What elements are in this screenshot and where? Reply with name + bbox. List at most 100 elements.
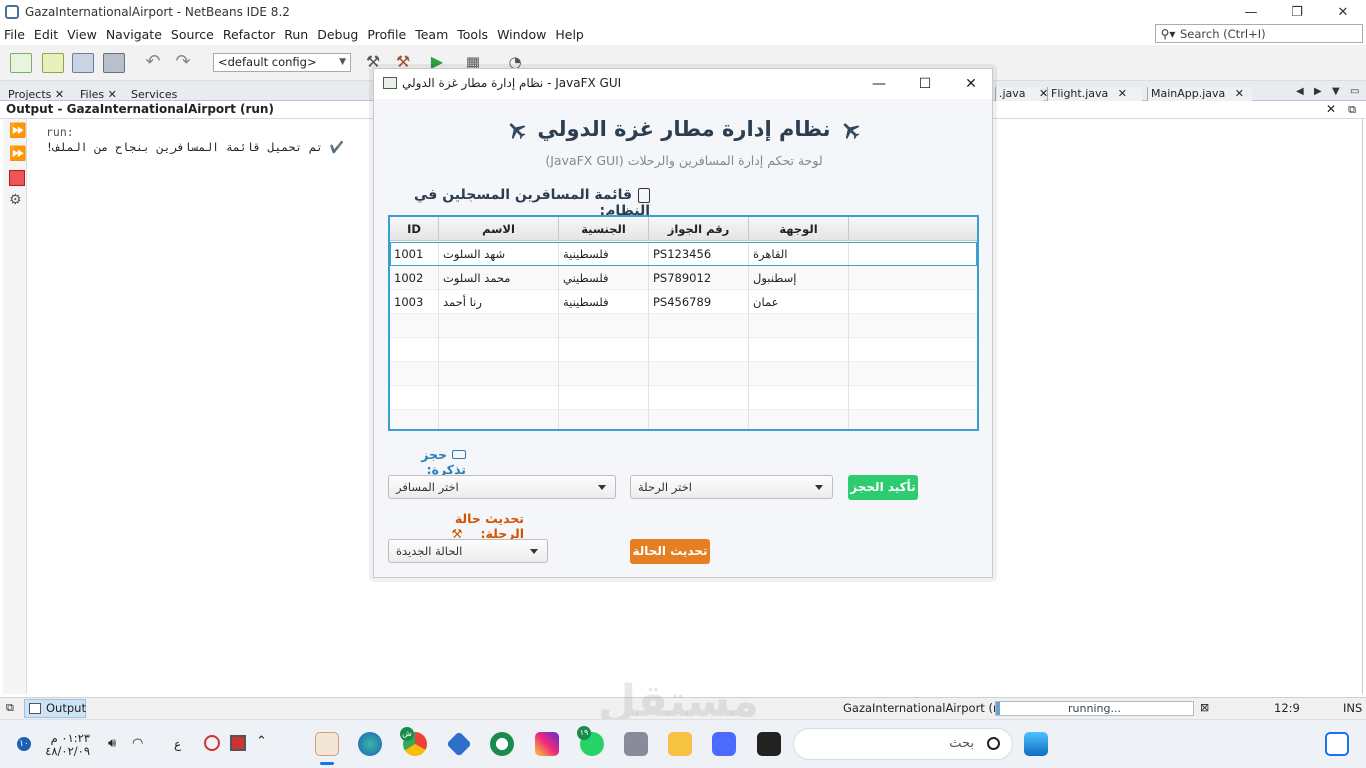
- language-indicator[interactable]: ع: [174, 737, 181, 751]
- folder-icon[interactable]: [668, 732, 692, 756]
- show-desktop-icon[interactable]: [1325, 732, 1349, 756]
- col-passport[interactable]: رقم الجواز: [649, 217, 749, 241]
- terminal-icon[interactable]: [757, 732, 781, 756]
- chevron-down-icon: [598, 485, 606, 490]
- edge-icon[interactable]: [358, 732, 382, 756]
- tab-scroll-left-icon[interactable]: ◀: [1296, 86, 1304, 97]
- menu-help[interactable]: Help: [551, 27, 589, 42]
- tab-list-icon[interactable]: ▼: [1332, 86, 1340, 97]
- menu-window[interactable]: Window: [493, 27, 551, 42]
- table-row[interactable]: 1003 رنا أحمد فلسطينية PS456789 عمان: [390, 290, 977, 314]
- col-id[interactable]: ID: [390, 217, 439, 241]
- system-clock[interactable]: ٠١:٢٣ م ٤٨/٠٢/٠٩: [38, 732, 90, 758]
- chevron-down-icon: [815, 485, 823, 490]
- config-select[interactable]: <default config> ▼: [213, 53, 351, 72]
- chrome-badge: ش: [400, 727, 414, 741]
- panel-icon[interactable]: ⧉: [6, 701, 14, 715]
- taskbar-search[interactable]: بحث: [793, 728, 1013, 760]
- menu-file[interactable]: File: [0, 27, 30, 42]
- new-project-icon[interactable]: [42, 53, 64, 73]
- search-icon: [987, 737, 1000, 750]
- tab-mainapp-java[interactable]: MainApp.java ✕: [1147, 87, 1252, 101]
- meet-icon[interactable]: [712, 732, 736, 756]
- rerun-different-icon[interactable]: ⏩: [9, 146, 26, 162]
- empty-row: [390, 338, 977, 362]
- virtualbox-icon[interactable]: [446, 731, 472, 757]
- tab-services[interactable]: Services: [131, 88, 179, 102]
- menu-view[interactable]: View: [63, 27, 102, 42]
- redo-icon[interactable]: ↷: [172, 53, 194, 73]
- col-nationality[interactable]: الجنسية: [559, 217, 649, 241]
- menu-navigate[interactable]: Navigate: [102, 27, 167, 42]
- output-window-icon: [29, 703, 41, 714]
- status-select[interactable]: الحالة الجديدة: [388, 539, 548, 563]
- tab-flight-java[interactable]: Flight.java ✕: [1047, 87, 1142, 101]
- flight-select[interactable]: اختر الرحلة: [630, 475, 833, 499]
- wifi-icon[interactable]: ◠: [132, 736, 143, 751]
- tab-scroll-right-icon[interactable]: ▶: [1314, 86, 1322, 97]
- output-tab-button[interactable]: Output: [24, 699, 86, 718]
- recorder-icon[interactable]: [230, 735, 246, 751]
- screen-record-icon[interactable]: [204, 735, 220, 751]
- menu-profile[interactable]: Profile: [363, 27, 411, 42]
- update-status-button[interactable]: تحديث الحالة: [630, 539, 710, 564]
- undo-icon[interactable]: ↶: [142, 53, 164, 73]
- menu-team[interactable]: Team: [411, 27, 453, 42]
- javafx-window-title: نظام إدارة مطار غزة الدولي - JavaFX GUI: [402, 76, 622, 90]
- app-subtitle: لوحة تحكم إدارة المسافرين والرحلات (Java…: [545, 153, 823, 168]
- save-all-icon[interactable]: [103, 53, 125, 73]
- menu-refactor[interactable]: Refactor: [219, 27, 280, 42]
- col-name[interactable]: الاسم: [439, 217, 559, 241]
- ide-search-input[interactable]: ⚲▾ Search (Ctrl+I): [1155, 24, 1363, 43]
- run-label[interactable]: GazaInternationalAirport (run): [843, 701, 1017, 715]
- fx-maximize-button[interactable]: ☐: [902, 69, 948, 99]
- chevron-up-icon[interactable]: ⌃: [256, 734, 267, 749]
- table-row[interactable]: 1001 شهد السلوت فلسطينية PS123456 القاهر…: [390, 242, 977, 266]
- menu-edit[interactable]: Edit: [30, 27, 63, 42]
- fx-minimize-button[interactable]: —: [856, 69, 902, 99]
- output-line: ✔️ تم تحميل قائمة المسافرين بنجاح من الم…: [46, 140, 345, 154]
- chevron-down-icon: ▼: [339, 57, 346, 67]
- fx-close-button[interactable]: ✕: [948, 69, 994, 99]
- rerun-icon[interactable]: ⏩: [9, 123, 26, 139]
- restore-button[interactable]: ❐: [1274, 0, 1320, 24]
- open-project-icon[interactable]: [72, 53, 94, 73]
- taskbar: ١٠ ٠١:٢٣ م ٤٨/٠٢/٠٩ 🔊︎ ◠ ع ⌃ ش ١٩ بحث: [0, 719, 1366, 768]
- ticket-icon: [452, 450, 466, 459]
- menu-run[interactable]: Run: [280, 27, 313, 42]
- close-icon[interactable]: ✕: [1326, 101, 1336, 118]
- passenger-table[interactable]: ID الاسم الجنسية رقم الجواز الوجهة 1001 …: [388, 215, 979, 431]
- settings-icon[interactable]: ⚙: [9, 192, 25, 208]
- col-destination[interactable]: الوجهة: [749, 217, 849, 241]
- tab-editor-java[interactable]: .java ✕: [995, 87, 1048, 101]
- tab-files[interactable]: Files ✕: [80, 88, 122, 102]
- confirm-booking-button[interactable]: تأكيد الحجز: [848, 475, 918, 500]
- app-title: نظام إدارة مطار غزة الدولي: [374, 117, 994, 141]
- notification-badge[interactable]: ١٠: [17, 737, 31, 751]
- menu-source[interactable]: Source: [167, 27, 219, 42]
- windows-start-icon[interactable]: [1024, 732, 1048, 756]
- stop-icon[interactable]: [9, 170, 25, 186]
- minimize-button[interactable]: —: [1228, 0, 1274, 24]
- col-filler: [849, 217, 977, 241]
- close-button[interactable]: ✕: [1320, 0, 1366, 24]
- calculator-icon[interactable]: [624, 732, 648, 756]
- airplane-icon: [843, 123, 860, 140]
- passenger-select[interactable]: اختر المسافر: [388, 475, 616, 499]
- new-file-icon[interactable]: [10, 53, 32, 73]
- menu-tools[interactable]: Tools: [453, 27, 493, 42]
- instagram-icon[interactable]: [535, 732, 559, 756]
- volume-icon[interactable]: 🔊︎: [108, 736, 116, 751]
- table-row[interactable]: 1002 محمد السلوت فلسطيني PS789012 إسطنبو…: [390, 266, 977, 290]
- caret-position: 12:9: [1274, 701, 1300, 715]
- airplane-icon: [509, 123, 526, 140]
- javafx-titlebar: نظام إدارة مطار غزة الدولي - JavaFX GUI …: [374, 69, 992, 99]
- tab-projects[interactable]: Projects ✕: [8, 88, 70, 102]
- java-icon[interactable]: [315, 732, 339, 756]
- table-header: ID الاسم الجنسية رقم الجواز الوجهة: [390, 217, 977, 241]
- restore-icon[interactable]: ⧉: [1348, 101, 1356, 118]
- maximize-icon[interactable]: ▭: [1350, 86, 1359, 97]
- cancel-process-icon[interactable]: ⊠: [1200, 701, 1209, 714]
- chrome-profile-icon[interactable]: [490, 732, 514, 756]
- menu-debug[interactable]: Debug: [313, 27, 363, 42]
